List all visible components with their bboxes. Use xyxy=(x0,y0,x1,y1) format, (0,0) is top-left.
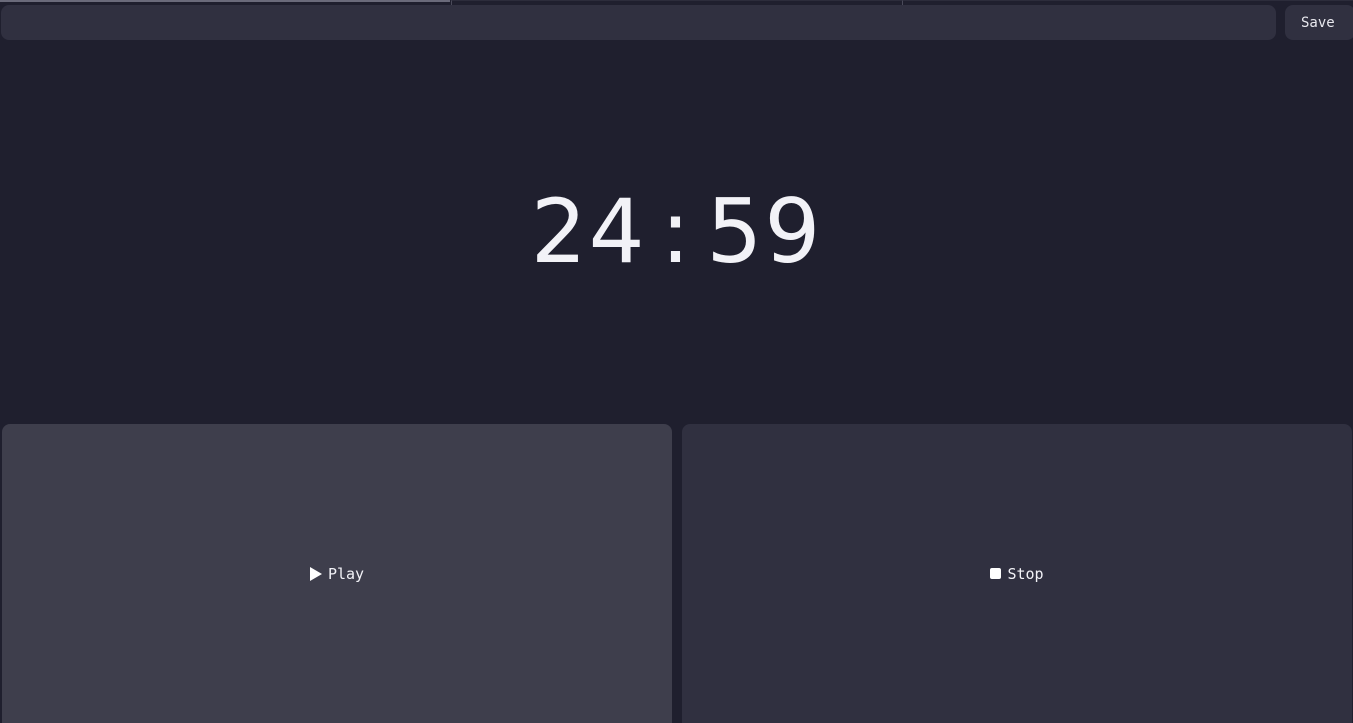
mode-tabs xyxy=(0,0,1353,5)
stop-icon xyxy=(990,568,1002,579)
play-label: Play xyxy=(327,564,365,583)
timer-separator: : xyxy=(660,180,693,283)
stop-button[interactable]: Stop xyxy=(682,424,1352,723)
play-icon xyxy=(309,566,322,581)
task-input[interactable] xyxy=(1,5,1276,40)
play-button[interactable]: Play xyxy=(2,424,672,723)
stop-label: Stop xyxy=(1007,564,1044,583)
save-button[interactable]: Save xyxy=(1285,5,1353,40)
timer-minutes: 24 xyxy=(530,180,647,283)
timer-seconds: 59 xyxy=(706,180,823,283)
timer-display: 24:59 xyxy=(0,180,1353,283)
